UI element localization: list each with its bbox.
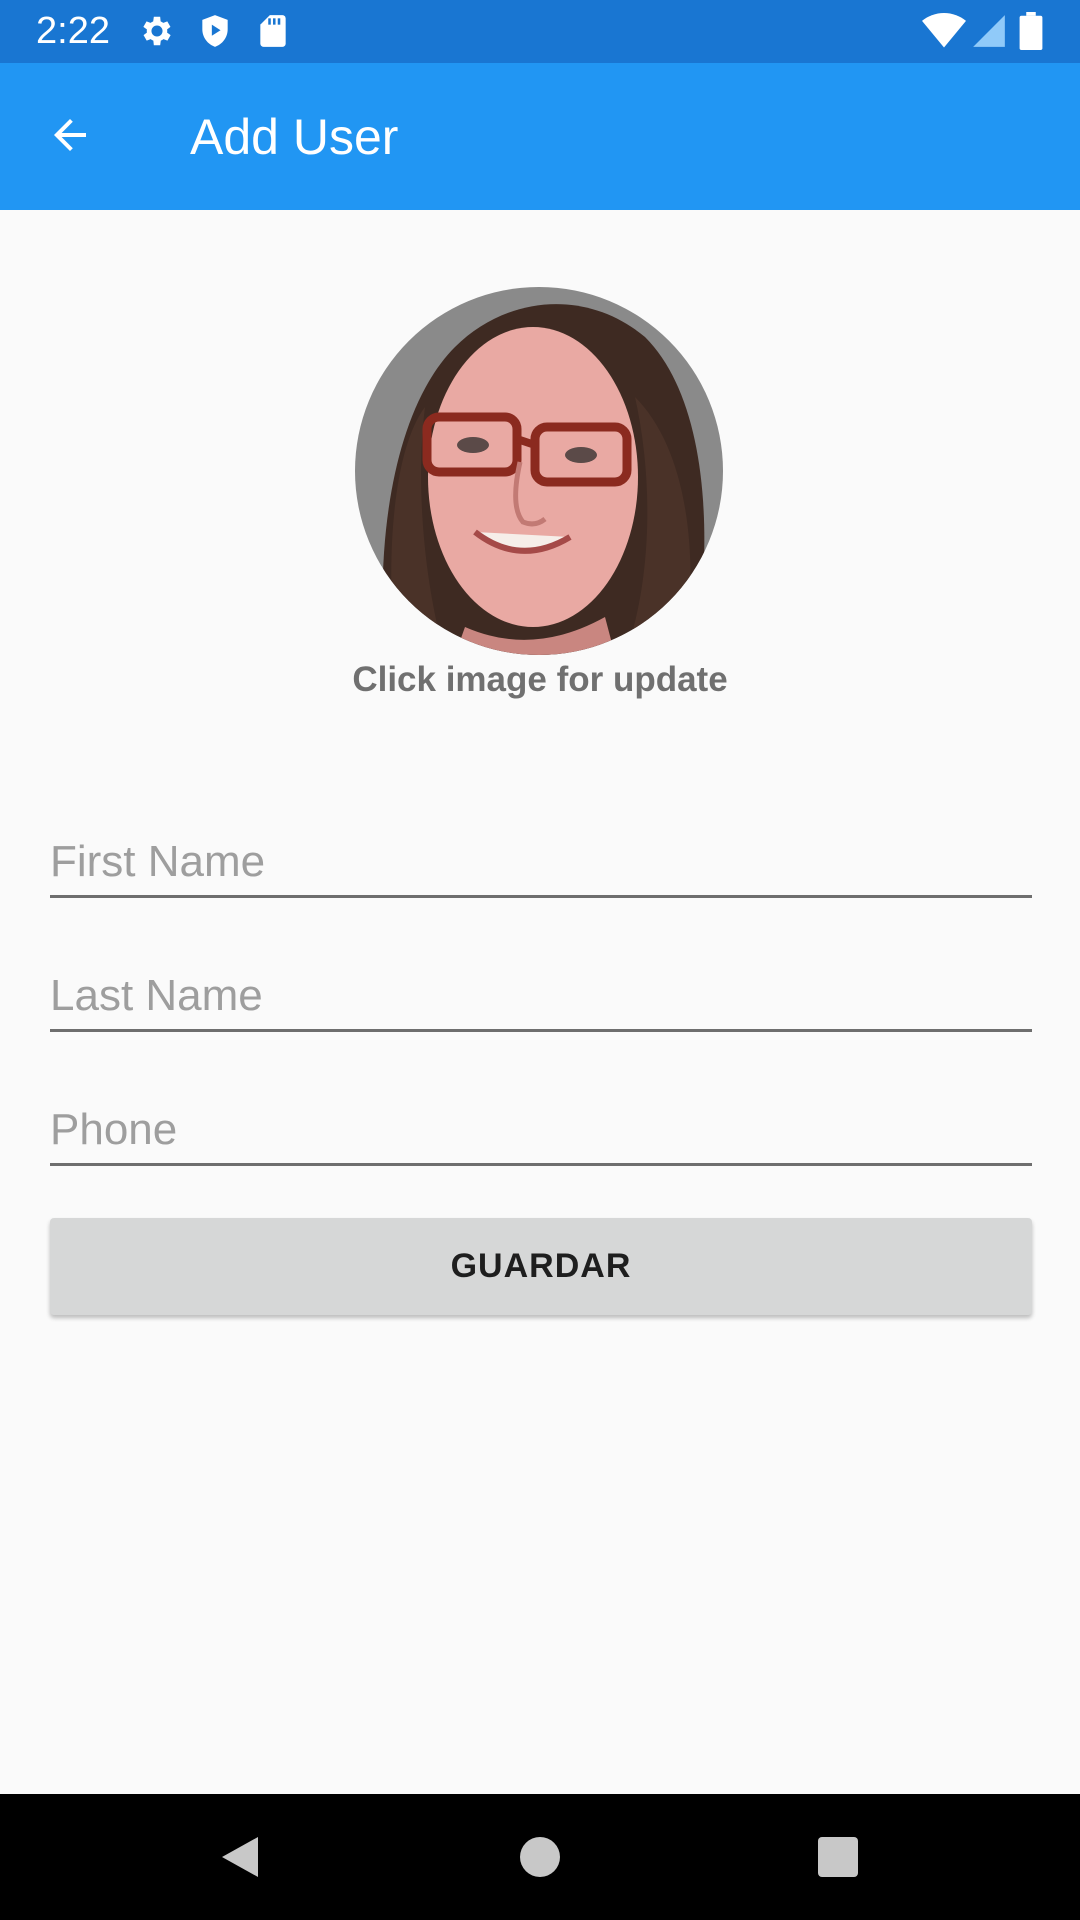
avatar-photo (355, 287, 723, 655)
arrow-back-icon (46, 111, 94, 164)
user-avatar-image[interactable] (355, 287, 723, 655)
sd-card-icon (254, 12, 292, 50)
nav-home-button[interactable] (505, 1824, 575, 1894)
shield-play-icon (196, 12, 234, 50)
save-button[interactable]: GUARDAR (50, 1218, 1032, 1315)
status-time: 2:22 (36, 10, 110, 52)
last-name-field-container (50, 962, 1032, 1032)
add-user-screen: 2:22 Add User Click image for update Fir… (0, 0, 1080, 1920)
battery-icon (1018, 12, 1044, 51)
nav-recents-button[interactable] (803, 1824, 873, 1894)
app-bar: Add User (0, 63, 1080, 210)
back-button[interactable] (28, 100, 112, 174)
last-name-input[interactable] (50, 962, 1032, 1029)
home-circle-icon (520, 1836, 560, 1882)
back-triangle-icon (218, 1833, 262, 1886)
first-name-field-container (50, 828, 1032, 898)
nav-back-button[interactable] (205, 1824, 275, 1894)
settings-icon (138, 12, 176, 50)
avatar-caption: Click image for update (352, 660, 728, 699)
status-bar: 2:22 (0, 0, 1080, 63)
recents-square-icon (818, 1836, 858, 1882)
cell-signal-icon (970, 12, 1008, 50)
wifi-icon (922, 12, 966, 50)
page-title: Add User (190, 109, 399, 165)
system-nav-bar (0, 1794, 1080, 1920)
phone-field-container (50, 1096, 1032, 1166)
first-name-input[interactable] (50, 828, 1032, 895)
phone-input[interactable] (50, 1096, 1032, 1163)
